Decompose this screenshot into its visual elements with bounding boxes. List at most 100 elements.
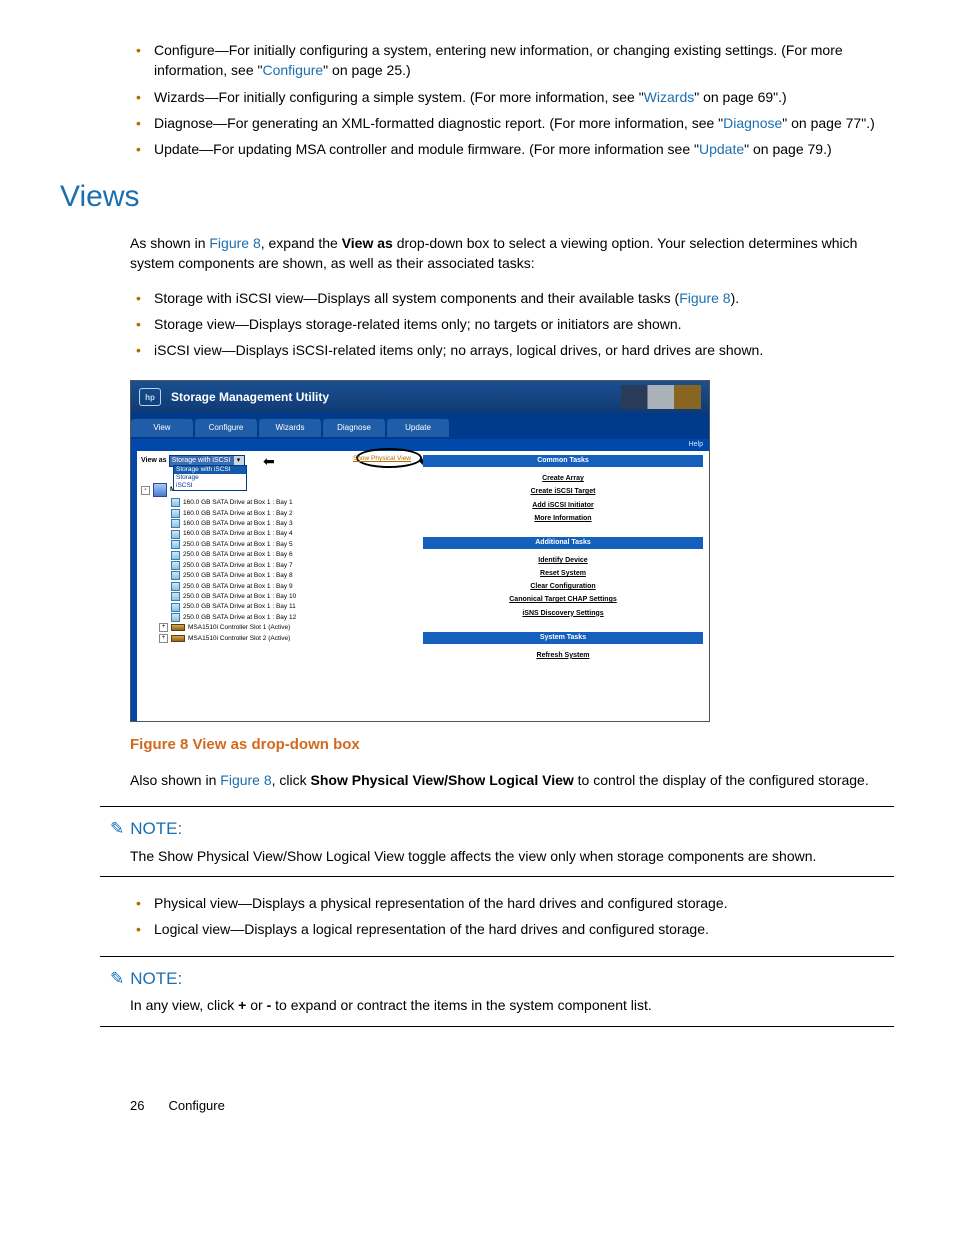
drive-icon: [171, 582, 180, 591]
task-link[interactable]: Canonical Target CHAP Settings: [423, 595, 703, 605]
text: Diagnose—For generating an XML-formatted…: [154, 115, 723, 131]
drive-label: 250.0 GB SATA Drive at Box 1 : Bay 6: [183, 550, 293, 559]
tree-drive-item[interactable]: 160.0 GB SATA Drive at Box 1 : Bay 2: [171, 509, 413, 518]
tree-drive-item[interactable]: 160.0 GB SATA Drive at Box 1 : Bay 4: [171, 529, 413, 538]
list-item: Logical view—Displays a logical represen…: [154, 919, 894, 939]
figure-8-screenshot: hp Storage Management Utility View Confi…: [130, 380, 710, 722]
note-label: ✎ NOTE:: [110, 817, 894, 842]
drive-label: 160.0 GB SATA Drive at Box 1 : Bay 1: [183, 498, 293, 507]
configure-link[interactable]: Configure: [262, 62, 323, 78]
drive-icon: [171, 571, 180, 580]
dropdown-option[interactable]: Storage with iSCSI: [174, 466, 246, 474]
tab-update[interactable]: Update: [387, 419, 449, 437]
task-link[interactable]: Add iSCSI Initiator: [423, 501, 703, 511]
tab-wizards[interactable]: Wizards: [259, 419, 321, 437]
drive-icon: [171, 613, 180, 622]
controller-icon: [171, 624, 185, 631]
text: to expand or contract the items in the s…: [271, 997, 652, 1013]
tree-drive-item[interactable]: 250.0 GB SATA Drive at Box 1 : Bay 9: [171, 582, 413, 591]
note-icon: ✎: [110, 967, 124, 992]
controller-icon: [171, 635, 185, 642]
drive-label: 250.0 GB SATA Drive at Box 1 : Bay 5: [183, 540, 293, 549]
text: Also shown in: [130, 772, 220, 788]
drive-label: 250.0 GB SATA Drive at Box 1 : Bay 12: [183, 613, 296, 622]
tree-controller[interactable]: +MSA1510i Controller Slot 1 (Active): [159, 623, 413, 632]
system-icon: [153, 483, 167, 497]
text: In any view, click: [130, 997, 238, 1013]
collapse-icon[interactable]: -: [141, 486, 150, 495]
tab-diagnose[interactable]: Diagnose: [323, 419, 385, 437]
tree-drive-item[interactable]: 250.0 GB SATA Drive at Box 1 : Bay 6: [171, 550, 413, 559]
tab-configure[interactable]: Configure: [195, 419, 257, 437]
controller-label: MSA1510i Controller Slot 2 (Active): [188, 634, 290, 643]
figure8-link[interactable]: Figure 8: [220, 772, 271, 788]
note-2: ✎ NOTE: In any view, click + or - to exp…: [110, 956, 894, 1027]
tree-drive-item[interactable]: 250.0 GB SATA Drive at Box 1 : Bay 5: [171, 540, 413, 549]
task-link[interactable]: Create Array: [423, 474, 703, 484]
dropdown-option[interactable]: Storage: [174, 474, 246, 482]
tree-drive-item[interactable]: 160.0 GB SATA Drive at Box 1 : Bay 1: [171, 498, 413, 507]
divider: [100, 1026, 894, 1027]
drive-label: 160.0 GB SATA Drive at Box 1 : Bay 2: [183, 509, 293, 518]
task-list: Create Array Create iSCSI Target Add iSCSI…: [423, 467, 703, 531]
drive-icon: [171, 509, 180, 518]
smu-title: Storage Management Utility: [171, 389, 329, 406]
task-panel-head: Additional Tasks: [423, 537, 703, 549]
list-item: Update—For updating MSA controller and m…: [154, 139, 894, 159]
text: iSCSI view—Displays iSCSI-related items …: [154, 342, 763, 358]
task-link[interactable]: iSNS Discovery Settings: [423, 609, 703, 619]
text: , click: [272, 772, 311, 788]
diagnose-link[interactable]: Diagnose: [723, 115, 782, 131]
drive-icon: [171, 498, 180, 507]
text: " on page 69".): [694, 89, 786, 105]
figure8-link[interactable]: Figure 8: [679, 290, 730, 306]
drive-icon: [171, 540, 180, 549]
task-link[interactable]: More Information: [423, 514, 703, 524]
dropdown-list[interactable]: Storage with iSCSI Storage iSCSI: [173, 465, 247, 491]
footer-section: Configure: [168, 1097, 224, 1116]
task-list: Identify Device Reset System Clear Configu…: [423, 549, 703, 626]
drive-label: 250.0 GB SATA Drive at Box 1 : Bay 9: [183, 582, 293, 591]
text: to control the display of the configured…: [574, 772, 869, 788]
tree-drive-item[interactable]: 250.0 GB SATA Drive at Box 1 : Bay 7: [171, 561, 413, 570]
task-panel-head: System Tasks: [423, 632, 703, 644]
update-link[interactable]: Update: [699, 141, 744, 157]
wizards-link[interactable]: Wizards: [644, 89, 695, 105]
expand-icon[interactable]: +: [159, 623, 168, 632]
tree-drive-item[interactable]: 250.0 GB SATA Drive at Box 1 : Bay 11: [171, 602, 413, 611]
drive-label: 160.0 GB SATA Drive at Box 1 : Bay 3: [183, 519, 293, 528]
text: " on page 77".): [782, 115, 874, 131]
text: Wizards—For initially configuring a simp…: [154, 89, 644, 105]
drive-icon: [171, 592, 180, 601]
dropdown-option[interactable]: iSCSI: [174, 482, 246, 490]
task-link[interactable]: Identify Device: [423, 556, 703, 566]
task-link[interactable]: Create iSCSI Target: [423, 487, 703, 497]
task-panel: Common TasksCreate ArrayCreate iSCSI Tar…: [423, 455, 703, 531]
text: As shown in: [130, 235, 209, 251]
drive-label: 250.0 GB SATA Drive at Box 1 : Bay 10: [183, 592, 296, 601]
component-tree: - MSA0006 160.0 GB SATA Drive at Box 1 :…: [141, 483, 413, 643]
help-bar: Help: [131, 439, 709, 451]
drive-icon: [171, 530, 180, 539]
views-content: As shown in Figure 8, expand the View as…: [60, 233, 894, 1116]
task-link[interactable]: Reset System: [423, 569, 703, 579]
tab-view[interactable]: View: [131, 419, 193, 437]
note-body: The Show Physical View/Show Logical View…: [130, 846, 894, 866]
drive-label: 250.0 GB SATA Drive at Box 1 : Bay 7: [183, 561, 293, 570]
expand-icon[interactable]: +: [159, 634, 168, 643]
views-heading: Views: [60, 175, 894, 219]
task-link[interactable]: Refresh System: [423, 651, 703, 661]
tree-drive-item[interactable]: 250.0 GB SATA Drive at Box 1 : Bay 12: [171, 613, 413, 622]
tree-drive-item[interactable]: 160.0 GB SATA Drive at Box 1 : Bay 3: [171, 519, 413, 528]
tree-drive-item[interactable]: 250.0 GB SATA Drive at Box 1 : Bay 8: [171, 571, 413, 580]
tree-drive-item[interactable]: 250.0 GB SATA Drive at Box 1 : Bay 10: [171, 592, 413, 601]
list-item: Storage with iSCSI view—Displays all sys…: [154, 288, 894, 308]
text: Storage view—Displays storage-related it…: [154, 316, 682, 332]
task-link[interactable]: Clear Configuration: [423, 582, 703, 592]
divider: [100, 806, 894, 807]
tree-controller[interactable]: + MSA1510i Controller Slot 2 (Active): [159, 634, 413, 643]
help-link[interactable]: Help: [689, 441, 703, 448]
show-physical-view-link[interactable]: Show Physical View: [353, 454, 411, 463]
list-item: Diagnose—For generating an XML-formatted…: [154, 113, 894, 133]
figure8-link[interactable]: Figure 8: [209, 235, 260, 251]
